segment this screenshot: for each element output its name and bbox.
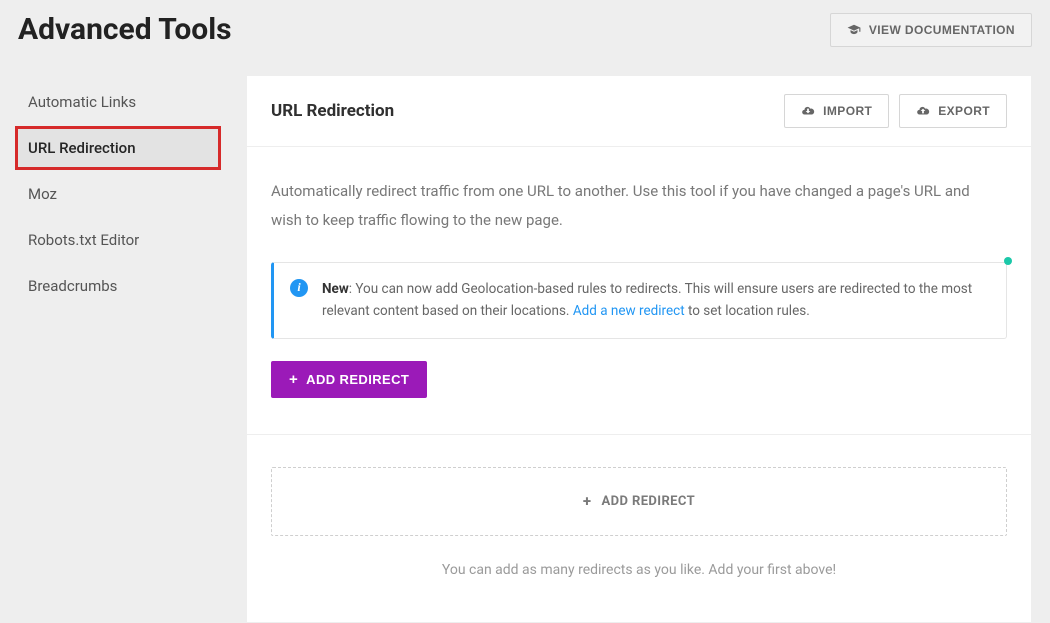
info-icon: i <box>290 279 308 297</box>
add-new-redirect-link[interactable]: Add a new redirect <box>573 303 685 319</box>
import-button[interactable]: IMPORT <box>784 94 889 128</box>
top-bar: Advanced Tools VIEW DOCUMENTATION <box>18 12 1032 47</box>
sidebar-item-label: URL Redirection <box>28 139 136 157</box>
sidebar-item-robots-txt-editor[interactable]: Robots.txt Editor <box>18 221 218 259</box>
view-documentation-label: VIEW DOCUMENTATION <box>869 23 1015 37</box>
add-redirect-zone-label: ADD REDIRECT <box>602 494 696 509</box>
add-redirect-label: ADD REDIRECT <box>306 372 409 387</box>
plus-icon: + <box>583 494 592 509</box>
content-row: Automatic Links URL Redirection Moz Robo… <box>18 75 1032 623</box>
main-panel: URL Redirection IMPORT EXPORT Automatica… <box>246 75 1032 623</box>
hint-text: You can add as many redirects as you lik… <box>271 562 1007 578</box>
page: Advanced Tools VIEW DOCUMENTATION Automa… <box>0 0 1050 623</box>
sidebar-item-label: Automatic Links <box>28 93 136 111</box>
export-button[interactable]: EXPORT <box>899 94 1007 128</box>
import-label: IMPORT <box>823 104 872 118</box>
main-body: Automatically redirect traffic from one … <box>247 147 1031 622</box>
main-title: URL Redirection <box>271 101 394 121</box>
new-indicator-dot-icon <box>1004 257 1012 265</box>
sidebar-item-breadcrumbs[interactable]: Breadcrumbs <box>18 267 218 305</box>
sidebar: Automatic Links URL Redirection Moz Robo… <box>18 75 218 313</box>
notice-new-label: New <box>322 281 349 297</box>
add-redirect-button[interactable]: + ADD REDIRECT <box>271 361 427 398</box>
add-redirect-zone[interactable]: + ADD REDIRECT <box>271 467 1007 536</box>
description-text: Automatically redirect traffic from one … <box>271 177 991 234</box>
sidebar-item-automatic-links[interactable]: Automatic Links <box>18 83 218 121</box>
export-label: EXPORT <box>938 104 990 118</box>
plus-icon: + <box>289 372 298 387</box>
sidebar-item-label: Robots.txt Editor <box>28 231 139 249</box>
page-title: Advanced Tools <box>18 12 232 47</box>
sidebar-item-label: Breadcrumbs <box>28 277 117 295</box>
info-notice: i New: You can now add Geolocation-based… <box>271 262 1007 339</box>
sidebar-item-moz[interactable]: Moz <box>18 175 218 213</box>
graduation-cap-icon <box>847 23 861 37</box>
sidebar-item-url-redirection[interactable]: URL Redirection <box>18 129 218 167</box>
cloud-upload-icon <box>916 104 930 118</box>
section-divider <box>247 434 1031 435</box>
sidebar-item-label: Moz <box>28 185 57 203</box>
main-actions: IMPORT EXPORT <box>784 94 1007 128</box>
cloud-download-icon <box>801 104 815 118</box>
notice-body-after: to set location rules. <box>685 303 810 319</box>
view-documentation-button[interactable]: VIEW DOCUMENTATION <box>830 13 1032 47</box>
notice-text: New: You can now add Geolocation-based r… <box>322 281 972 319</box>
main-header: URL Redirection IMPORT EXPORT <box>247 76 1031 147</box>
